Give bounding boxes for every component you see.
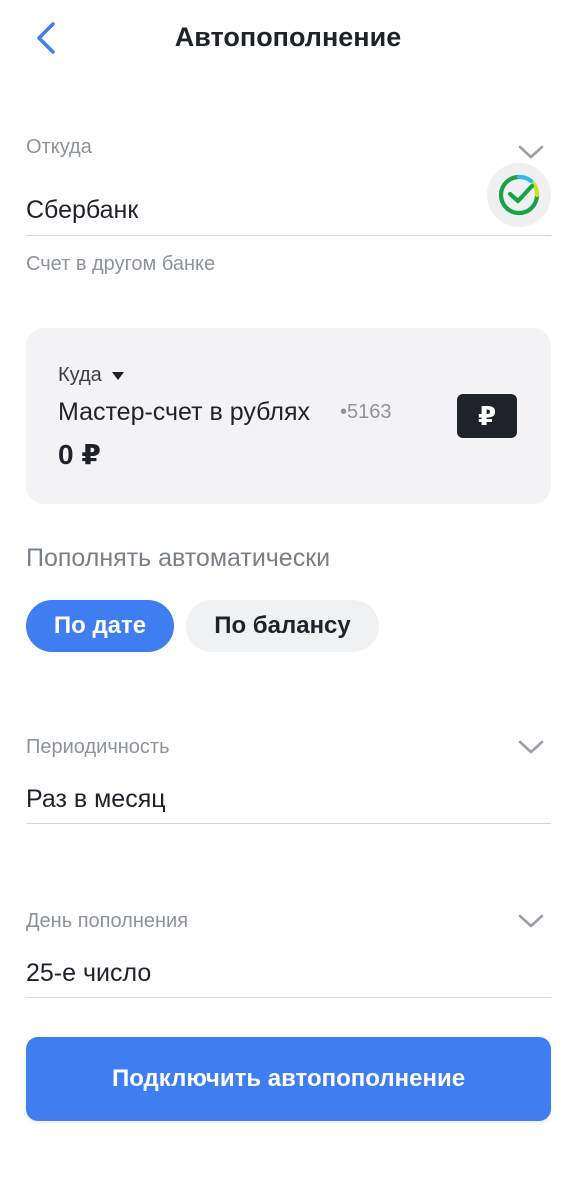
ruble-currency-icon: ₽ — [457, 394, 517, 438]
from-dropdown-button[interactable] — [516, 142, 546, 162]
from-value[interactable]: Сбербанк — [26, 196, 138, 225]
sberbank-logo — [487, 163, 551, 227]
header: Автопополнение — [0, 0, 576, 80]
from-label: Откуда — [26, 136, 92, 158]
topup-day-label: День пополнения — [26, 910, 189, 932]
to-account-name: Мастер-счет в рублях — [58, 398, 310, 426]
to-balance: 0 ₽ — [58, 439, 101, 470]
by-date-tab[interactable]: По дате — [26, 600, 174, 652]
chevron-down-icon — [518, 740, 544, 754]
page-title: Автопополнение — [174, 22, 402, 52]
from-divider — [26, 235, 551, 236]
auto-section-title: Пополнять автоматически — [26, 544, 331, 572]
periodicity-divider — [26, 823, 551, 824]
to-selector[interactable]: Куда — [58, 364, 124, 387]
caret-down-icon — [111, 371, 124, 380]
topup-day-value[interactable]: 25-е число — [26, 959, 151, 988]
to-label: Куда — [58, 364, 102, 386]
periodicity-dropdown-button[interactable] — [516, 737, 546, 757]
topup-day-dropdown-button[interactable] — [516, 911, 546, 931]
to-account-mask: •5163 — [340, 401, 392, 423]
topup-day-divider — [26, 997, 551, 998]
from-hint: Счет в другом банке — [26, 253, 216, 275]
chevron-down-icon — [518, 914, 544, 928]
enable-autotopup-button[interactable]: Подключить автопополнение — [26, 1037, 551, 1121]
to-account-card[interactable]: Куда Мастер-счет в рублях •5163 0 ₽ ₽ — [26, 328, 551, 504]
periodicity-value[interactable]: Раз в месяц — [26, 785, 166, 814]
periodicity-label: Периодичность — [26, 736, 170, 758]
sberbank-icon — [498, 174, 540, 216]
by-balance-tab[interactable]: По балансу — [186, 600, 379, 652]
chevron-down-icon — [518, 145, 544, 159]
